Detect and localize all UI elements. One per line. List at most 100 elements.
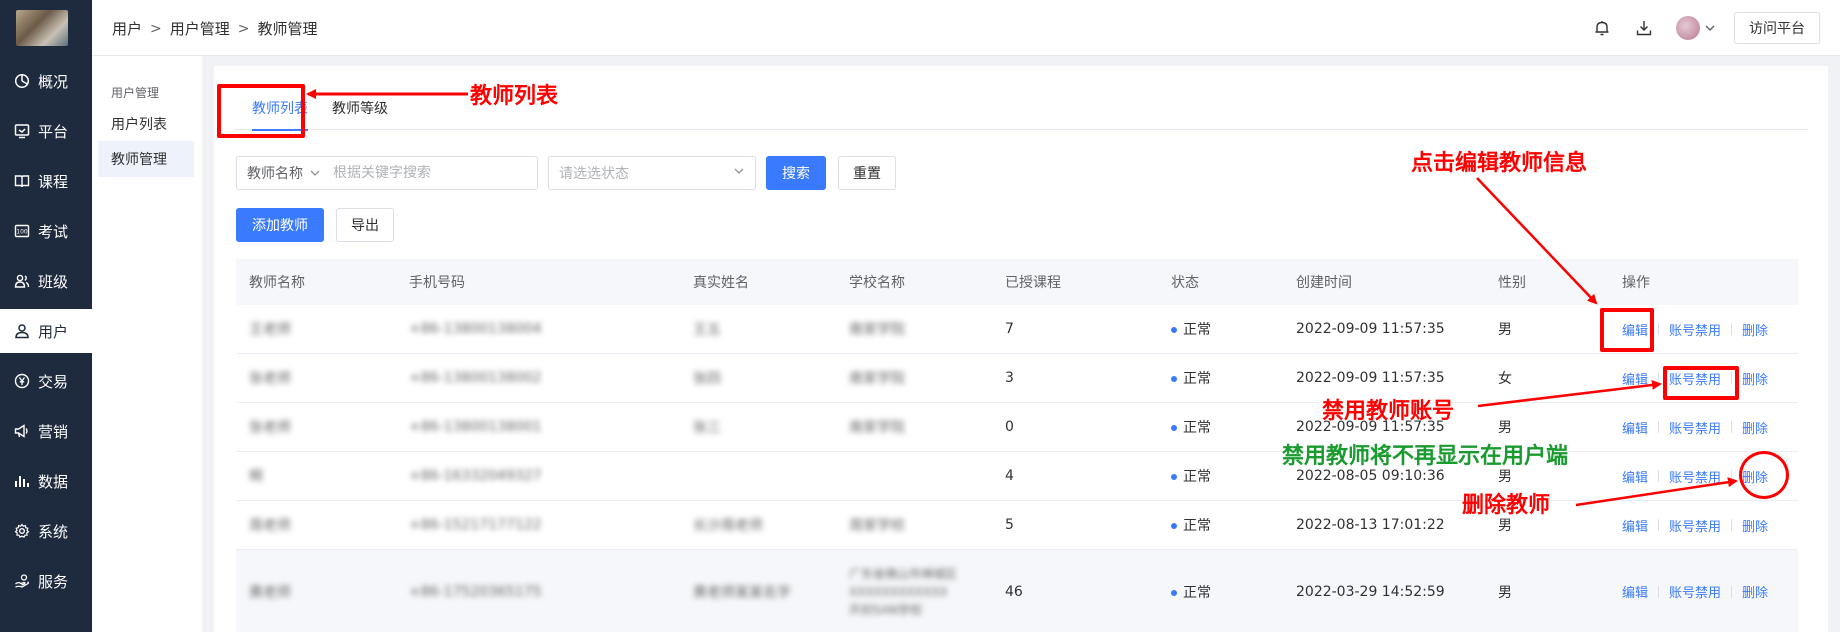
divider bbox=[1658, 519, 1660, 531]
table-header: 教师名称 手机号码 真实姓名 学校名称 已授课程 状态 创建时间 性别 操作 bbox=[236, 259, 1798, 305]
bell-icon[interactable] bbox=[1592, 18, 1612, 38]
svg-text:100: 100 bbox=[16, 229, 28, 236]
sub-sidebar: 用户管理 用户列表 教师管理 bbox=[92, 56, 202, 632]
column-header: 教师名称 bbox=[249, 275, 305, 291]
group-icon bbox=[13, 272, 31, 290]
status-dot bbox=[1171, 589, 1177, 596]
status-text: 正常 bbox=[1183, 420, 1211, 436]
column-header: 学校名称 bbox=[849, 275, 905, 291]
course-count: 3 bbox=[1005, 370, 1014, 386]
edit-link[interactable]: 编辑 bbox=[1622, 582, 1648, 601]
chevron-right-icon: > bbox=[150, 20, 162, 37]
gender: 男 bbox=[1498, 322, 1512, 338]
disable-account-link[interactable]: 账号禁用 bbox=[1669, 467, 1721, 486]
disable-account-link[interactable]: 账号禁用 bbox=[1669, 418, 1721, 437]
sidebar-item-overview[interactable]: 概况 bbox=[0, 59, 92, 103]
school-line: 广东省佛山市禅城区 bbox=[849, 566, 958, 581]
user-icon bbox=[13, 322, 31, 340]
school-line: 开封SAN学校 bbox=[849, 602, 923, 617]
status-badge: 正常 bbox=[1158, 515, 1283, 535]
visit-platform-button[interactable]: 访问平台 bbox=[1734, 12, 1820, 44]
disable-highlight-box bbox=[1663, 366, 1739, 400]
status-dot bbox=[1171, 523, 1177, 529]
breadcrumb-item-current: 教师管理 bbox=[257, 20, 318, 38]
sidebar-item-label: 系统 bbox=[38, 522, 69, 541]
sidebar-item-user[interactable]: 用户 bbox=[0, 309, 92, 353]
sidebar-item-exam[interactable]: 100 考试 bbox=[0, 209, 92, 253]
phone-number: +86-13800138002 bbox=[409, 370, 542, 386]
page-scrollbar[interactable] bbox=[1830, 56, 1840, 632]
breadcrumb-item[interactable]: 用户 bbox=[112, 18, 142, 39]
sidebar-item-trade[interactable]: 交易 bbox=[0, 359, 92, 403]
export-button[interactable]: 导出 bbox=[336, 208, 394, 242]
subnav-item-user-list[interactable]: 用户列表 bbox=[98, 106, 194, 142]
status-dot bbox=[1171, 474, 1177, 480]
delete-highlight-circle bbox=[1739, 451, 1789, 499]
school-name: 南家学院 bbox=[849, 420, 905, 436]
monitor-icon bbox=[13, 122, 31, 140]
disable-account-link[interactable]: 账号禁用 bbox=[1669, 320, 1721, 339]
column-header: 真实姓名 bbox=[693, 275, 749, 291]
divider bbox=[1731, 470, 1733, 482]
course-count: 46 bbox=[1005, 583, 1023, 600]
real-name: 长沙周老师 bbox=[693, 518, 763, 534]
column-header: 已授课程 bbox=[1005, 275, 1061, 291]
sidebar-item-data[interactable]: 数据 bbox=[0, 459, 92, 503]
table-row: 黄老师 +86-17520365175 黄老师某某名字 广东省佛山市禅城区 XX… bbox=[236, 550, 1798, 632]
gear-icon bbox=[13, 522, 31, 540]
sidebar-item-platform[interactable]: 平台 bbox=[0, 109, 92, 153]
delete-link[interactable]: 删除 bbox=[1742, 320, 1768, 339]
table-row: 王老师 +86-13800138004 王五 南家学院 7 正常 2022-09… bbox=[236, 305, 1798, 354]
delete-link[interactable]: 删除 bbox=[1742, 418, 1768, 437]
created-time: 2022-08-05 09:10:36 bbox=[1296, 468, 1445, 484]
status-badge: 正常 bbox=[1158, 368, 1283, 388]
sidebar-item-label: 班级 bbox=[38, 272, 69, 291]
subnav-item-teacher-manage[interactable]: 教师管理 bbox=[98, 141, 194, 177]
avatar[interactable] bbox=[1676, 16, 1700, 40]
edit-link[interactable]: 编辑 bbox=[1622, 418, 1648, 437]
real-name: 黄老师某某名字 bbox=[693, 584, 791, 601]
column-header: 操作 bbox=[1622, 275, 1650, 291]
edit-link[interactable]: 编辑 bbox=[1622, 467, 1648, 486]
tab-teacher-level[interactable]: 教师等级 bbox=[332, 98, 388, 118]
sidebar-item-class[interactable]: 班级 bbox=[0, 259, 92, 303]
reset-button[interactable]: 重置 bbox=[838, 156, 896, 190]
search-button[interactable]: 搜索 bbox=[766, 156, 826, 190]
sidebar-item-label: 课程 bbox=[38, 172, 69, 191]
breadcrumb-item[interactable]: 用户管理 bbox=[170, 18, 230, 39]
gender: 男 bbox=[1498, 584, 1512, 601]
delete-link[interactable]: 删除 bbox=[1742, 516, 1768, 535]
school-name: 广东省佛山市禅城区 XXXXXXXXXXXX 开封SAN学校 bbox=[836, 565, 992, 619]
chevron-down-icon bbox=[733, 165, 745, 181]
sidebar-item-course[interactable]: 课程 bbox=[0, 159, 92, 203]
divider bbox=[1731, 519, 1733, 531]
edit-link[interactable]: 编辑 bbox=[1622, 516, 1648, 535]
sidebar-item-label: 服务 bbox=[38, 572, 69, 591]
keyword-search-input[interactable] bbox=[333, 165, 493, 181]
sidebar-item-label: 概况 bbox=[38, 72, 69, 91]
delete-link[interactable]: 删除 bbox=[1742, 582, 1768, 601]
sidebar-item-marketing[interactable]: 营销 bbox=[0, 409, 92, 453]
sidebar-item-system[interactable]: 系统 bbox=[0, 509, 92, 553]
gender: 男 bbox=[1498, 420, 1512, 436]
status-badge: 正常 bbox=[1158, 417, 1283, 437]
disable-account-link[interactable]: 账号禁用 bbox=[1669, 582, 1721, 601]
annotation-edit-note: 点击编辑教师信息 bbox=[1411, 150, 1588, 176]
edit-link[interactable]: 编辑 bbox=[1622, 369, 1648, 388]
chevron-down-icon[interactable] bbox=[309, 167, 321, 179]
status-badge: 正常 bbox=[1158, 466, 1283, 486]
main-sidebar: 概况 平台 课程 100 考试 班级 用户 交易 营销 数据 系统 服务 bbox=[0, 0, 92, 632]
pie-chart-icon bbox=[13, 72, 31, 90]
column-header: 状态 bbox=[1171, 275, 1199, 291]
yen-icon bbox=[13, 372, 31, 390]
chevron-down-icon[interactable] bbox=[1704, 22, 1716, 34]
delete-link[interactable]: 删除 bbox=[1742, 369, 1768, 388]
field-type-select[interactable]: 教师名称 bbox=[247, 163, 303, 183]
status-select[interactable]: 请选选状态 bbox=[548, 156, 756, 190]
logo-image[interactable] bbox=[16, 10, 68, 46]
divider bbox=[1658, 421, 1660, 433]
disable-account-link[interactable]: 账号禁用 bbox=[1669, 516, 1721, 535]
add-teacher-button[interactable]: 添加教师 bbox=[236, 208, 324, 242]
sidebar-item-service[interactable]: 服务 bbox=[0, 559, 92, 603]
download-icon[interactable] bbox=[1634, 18, 1654, 38]
